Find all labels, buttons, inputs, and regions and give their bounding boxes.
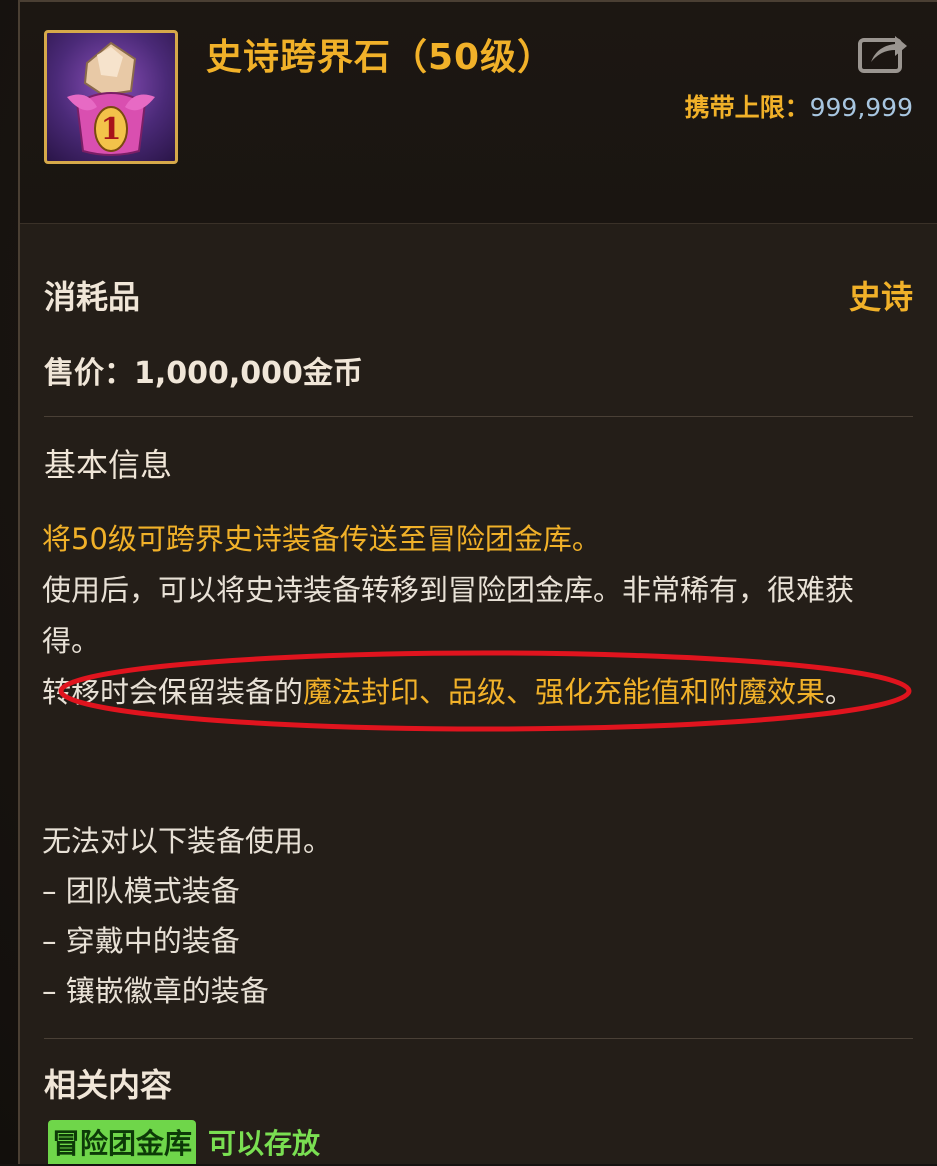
vault-tag: 冒险团金库 [48,1120,197,1164]
item-gem-icon: 1 [44,30,178,164]
list-item: – 团队模式装备 [42,874,240,908]
share-icon[interactable] [857,32,909,74]
section-basic-info-title: 基本信息 [44,446,173,484]
svg-text:1: 1 [101,112,122,147]
carry-limit-label: 携带上限： [684,93,810,122]
red-circle-annotation [58,650,912,732]
item-rarity: 史诗 [848,278,913,316]
restriction-list: 无法对以下装备使用。 – 团队模式装备 – 穿戴中的装备 – 镶嵌徽章的装备 [42,816,332,1016]
description-summary: 将50级可跨界史诗装备传送至冒险团金库。 [42,522,601,556]
carry-limit-value: 999,999 [809,93,913,122]
divider [44,1038,913,1039]
list-item: – 镶嵌徽章的装备 [42,974,269,1008]
list-item: – 穿戴中的装备 [42,924,240,958]
item-price: 售价：1,000,000金币 [44,356,363,391]
item-title: 史诗跨界石（50级） [206,37,555,78]
item-tooltip-panel: 1 史诗跨界石（50级） 携带上限：999,999 消耗品 史诗 售价：1,00… [18,0,937,1164]
item-category: 消耗品 [44,278,141,316]
carry-limit: 携带上限：999,999 [685,88,913,124]
section-related-title: 相关内容 [44,1066,173,1104]
divider [44,416,913,417]
restriction-heading: 无法对以下装备使用。 [42,824,333,858]
tooltip-header: 1 史诗跨界石（50级） 携带上限：999,999 [20,2,937,224]
vault-storable-text: 可以存放 [208,1127,321,1160]
related-row: 冒险团金库 可以存放 [48,1120,320,1166]
